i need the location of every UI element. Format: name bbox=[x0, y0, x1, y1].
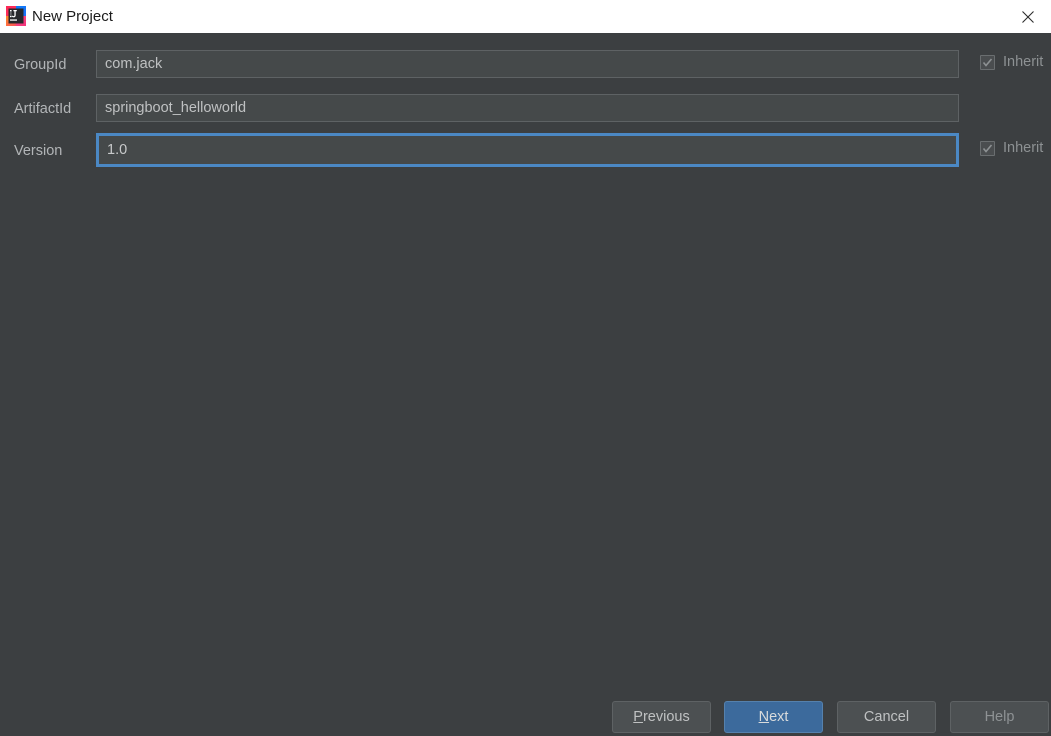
form-row-version: Version Inherit bbox=[0, 133, 1051, 167]
close-button[interactable] bbox=[1005, 0, 1051, 33]
groupid-input[interactable] bbox=[96, 50, 959, 78]
previous-button-mnemonic: P bbox=[633, 709, 643, 725]
groupid-inherit-checkbox[interactable] bbox=[980, 54, 995, 70]
next-button[interactable]: Next bbox=[724, 701, 823, 733]
version-input[interactable] bbox=[96, 133, 959, 167]
help-button-label: Help bbox=[984, 709, 1015, 725]
close-icon bbox=[1022, 10, 1034, 23]
next-button-label: ext bbox=[769, 709, 789, 725]
version-inherit-checkbox[interactable] bbox=[980, 140, 995, 156]
version-inherit-group[interactable]: Inherit bbox=[980, 140, 1051, 156]
dialog-title: New Project bbox=[32, 8, 113, 25]
previous-button[interactable]: Previous bbox=[612, 701, 711, 733]
groupid-inherit-label: Inherit bbox=[1003, 54, 1044, 70]
dialog-button-bar: Previous Next Cancel Help bbox=[0, 701, 1051, 736]
dialog-titlebar: New Project bbox=[0, 0, 1051, 33]
next-button-mnemonic: N bbox=[758, 709, 770, 725]
form-row-groupid: GroupId Inherit bbox=[0, 50, 1051, 80]
groupid-inherit-group[interactable]: Inherit bbox=[980, 54, 1051, 70]
version-inherit-label: Inherit bbox=[1003, 140, 1044, 156]
form-row-artifactid: ArtifactId bbox=[0, 94, 1051, 124]
previous-button-label: revious bbox=[642, 709, 690, 725]
groupid-label: GroupId bbox=[14, 57, 67, 73]
help-button[interactable]: Help bbox=[950, 701, 1049, 733]
cancel-button-label: Cancel bbox=[863, 709, 910, 725]
cancel-button[interactable]: Cancel bbox=[837, 701, 936, 733]
artifactid-label: ArtifactId bbox=[14, 101, 72, 117]
version-label: Version bbox=[14, 143, 63, 159]
new-project-dialog: New Project GroupId Inherit bbox=[0, 0, 1051, 736]
dialog-content: GroupId Inherit ArtifactId Version bbox=[0, 33, 1051, 736]
artifactid-input[interactable] bbox=[96, 94, 959, 122]
intellij-idea-logo-icon bbox=[6, 6, 26, 26]
